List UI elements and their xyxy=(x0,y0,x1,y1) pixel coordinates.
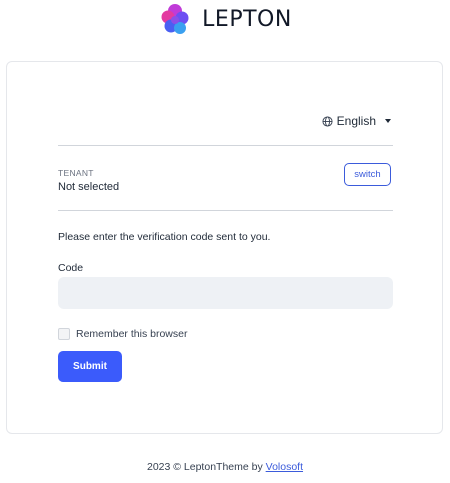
submit-button[interactable]: Submit xyxy=(58,351,122,382)
brand-name: LEPTON xyxy=(202,6,292,32)
code-label: Code xyxy=(58,262,84,274)
login-card: English TENANT Not selected switch Pleas… xyxy=(6,61,443,434)
code-input[interactable] xyxy=(58,277,393,309)
globe-icon xyxy=(322,115,333,127)
divider xyxy=(58,145,393,146)
remember-label: Remember this browser xyxy=(76,328,188,340)
footer: 2023 © LeptonTheme by Volosoft xyxy=(0,461,450,473)
divider xyxy=(58,210,393,211)
caret-down-icon xyxy=(385,119,391,123)
switch-tenant-button[interactable]: switch xyxy=(344,163,391,186)
tenant-info: TENANT Not selected xyxy=(58,168,393,193)
verification-message: Please enter the verification code sent … xyxy=(58,231,271,243)
footer-text: 2023 © LeptonTheme by xyxy=(146,461,263,473)
remember-checkbox[interactable] xyxy=(58,328,70,340)
language-selector[interactable]: English xyxy=(322,114,391,128)
footer-link[interactable]: Volosoft xyxy=(266,461,303,473)
remember-browser[interactable]: Remember this browser xyxy=(58,328,187,340)
language-label: English xyxy=(336,114,376,128)
brand-header: LEPTON xyxy=(0,0,450,38)
lepton-logo-icon xyxy=(161,4,189,34)
tenant-label: TENANT xyxy=(58,168,94,178)
tenant-value: Not selected xyxy=(58,181,120,193)
